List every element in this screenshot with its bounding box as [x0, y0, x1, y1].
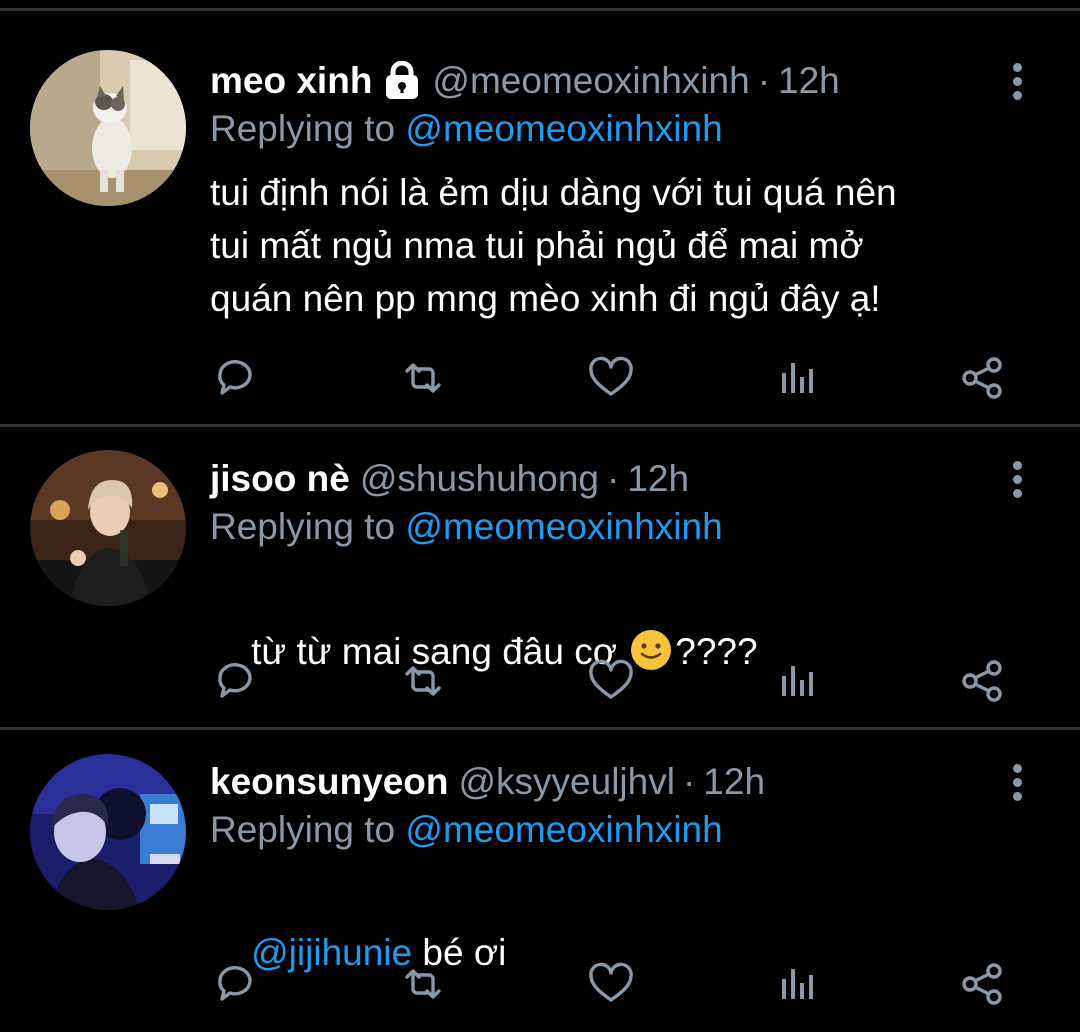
- reply-icon[interactable]: [210, 656, 260, 706]
- retweet-icon[interactable]: [398, 959, 448, 1009]
- separator-dot: ·: [682, 761, 696, 802]
- timestamp[interactable]: 12h: [778, 60, 840, 102]
- tweet-actions: [210, 353, 1010, 403]
- retweet-icon[interactable]: [398, 656, 448, 706]
- reply-icon[interactable]: [210, 959, 260, 1009]
- replying-to: Replying to @meomeoxinhxinh: [210, 809, 723, 851]
- separator-dot: ·: [607, 458, 620, 499]
- share-icon[interactable]: [958, 959, 1008, 1009]
- cat-avatar-image: [30, 50, 186, 206]
- tweet-text-line: tui mất ngủ nma tui phải ngủ để mai mở: [210, 225, 864, 266]
- share-icon[interactable]: [958, 353, 1008, 403]
- tweet-actions: [210, 959, 1010, 1009]
- divider: [0, 424, 1080, 427]
- tweet-header: meo xinh @meomeoxinhxinh · 12h: [210, 58, 840, 104]
- person-avatar-blue-image: [30, 754, 186, 910]
- person-avatar-image: [30, 450, 186, 606]
- timestamp[interactable]: 12h: [627, 458, 689, 500]
- timestamp[interactable]: 12h: [703, 761, 765, 803]
- retweet-icon[interactable]: [398, 353, 448, 403]
- display-name[interactable]: jisoo nè: [210, 458, 350, 500]
- analytics-icon[interactable]: [774, 656, 824, 706]
- handle[interactable]: @ksyyeuljhvl: [459, 761, 675, 803]
- analytics-icon[interactable]: [774, 959, 824, 1009]
- top-divider: [0, 8, 1080, 11]
- tweet-header: jisoo nè @shushuhong · 12h: [210, 456, 689, 502]
- lock-icon: [382, 60, 422, 101]
- tweet-text: từ từ mai sang đâu cơ ????: [210, 572, 1030, 731]
- handle[interactable]: @meomeoxinhxinh: [432, 60, 749, 102]
- share-icon[interactable]: [958, 656, 1008, 706]
- replying-label: Replying to: [210, 506, 396, 547]
- more-options-icon[interactable]: [1003, 58, 1031, 104]
- replying-mention[interactable]: @meomeoxinhxinh: [405, 506, 722, 547]
- replying-label: Replying to: [210, 809, 396, 850]
- reply-icon[interactable]: [210, 353, 260, 403]
- tweet-text-line: tui định nói là ẻm dịu dàng với tui quá …: [210, 172, 897, 213]
- handle[interactable]: @shushuhong: [360, 458, 599, 500]
- replying-label: Replying to: [210, 108, 396, 149]
- divider: [0, 727, 1080, 730]
- tweet-text: tui định nói là ẻm dịu dàng với tui quá …: [210, 166, 1030, 325]
- like-icon[interactable]: [586, 656, 636, 706]
- avatar[interactable]: [30, 50, 186, 206]
- like-icon[interactable]: [586, 959, 636, 1009]
- analytics-icon[interactable]: [774, 353, 824, 403]
- replying-to: Replying to @meomeoxinhxinh: [210, 108, 723, 150]
- avatar[interactable]: [30, 450, 186, 606]
- tweet-actions: [210, 656, 1010, 706]
- display-name[interactable]: keonsunyeon: [210, 761, 449, 803]
- replying-mention[interactable]: @meomeoxinhxinh: [405, 809, 722, 850]
- replying-to: Replying to @meomeoxinhxinh: [210, 506, 723, 548]
- like-icon[interactable]: [586, 353, 636, 403]
- separator-dot: ·: [757, 60, 771, 101]
- display-name[interactable]: meo xinh: [210, 60, 372, 102]
- replying-mention[interactable]: @meomeoxinhxinh: [405, 108, 722, 149]
- more-options-icon[interactable]: [1003, 456, 1031, 502]
- tweet-text-line: quán nên pp mng mèo xinh đi ngủ đây ạ!: [210, 278, 881, 319]
- more-options-icon[interactable]: [1003, 759, 1031, 805]
- tweet-header: keonsunyeon @ksyyeuljhvl · 12h: [210, 759, 765, 805]
- avatar[interactable]: [30, 754, 186, 910]
